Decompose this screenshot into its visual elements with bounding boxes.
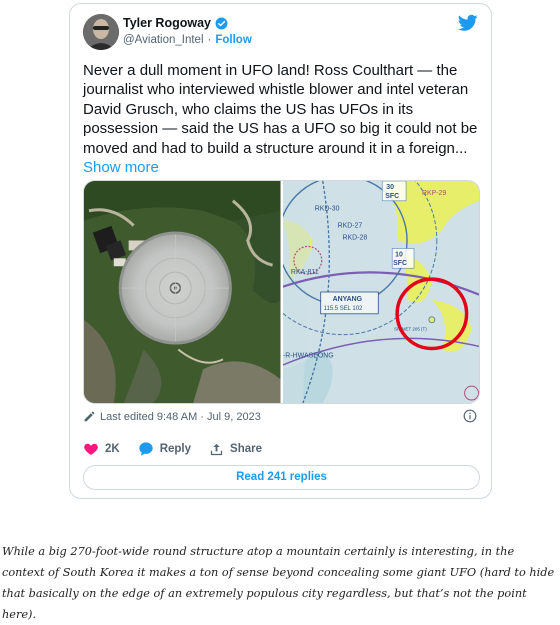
last-edited: Last edited 9:48 AM · Jul 9, 2023	[83, 410, 261, 423]
map-label-rkd28: RKD-28	[342, 234, 367, 241]
heart-icon	[84, 443, 98, 455]
author-name[interactable]: Tyler Rogoway	[123, 16, 211, 30]
map-label-rkd27: RKD-27	[337, 223, 362, 230]
tweet-text: Never a dull moment in UFO land! Ross Co…	[83, 61, 483, 177]
avatar[interactable]	[83, 14, 119, 50]
like-count: 2K	[105, 443, 120, 455]
share-button[interactable]: Share	[209, 442, 262, 457]
map-label-hwaseong: -R-HWASEONG	[283, 352, 334, 359]
action-bar: 2K Reply Share	[83, 441, 262, 457]
map-label-rkd30: RKD-30	[314, 206, 339, 213]
map-label-rka811: RKA-811	[290, 269, 318, 276]
pencil-icon	[84, 411, 95, 422]
tweet-media[interactable]: 30 SFC RKD-30 RKD-27 RKD-28 RKP-29 RKA-8…	[83, 180, 480, 404]
share-label: Share	[230, 443, 262, 455]
map-label-sfc: SFC	[385, 193, 399, 200]
reply-icon	[139, 442, 153, 456]
share-icon	[210, 443, 223, 455]
map-label-anyang: ANYANG	[332, 296, 361, 303]
read-replies-button[interactable]: Read 241 replies	[83, 465, 480, 490]
reply-label: Reply	[159, 443, 192, 455]
twitter-bird-icon[interactable]	[458, 14, 478, 32]
map-label-10: 10	[395, 251, 403, 258]
author-handle[interactable]: @Aviation_Intel	[123, 34, 204, 46]
like-button[interactable]: 2K	[83, 441, 120, 457]
follow-button[interactable]: Follow	[215, 34, 251, 46]
map-label-30: 30	[386, 184, 394, 191]
separator-dot: ·	[207, 34, 212, 46]
tweet-card: Tyler Rogoway @Aviation_Intel · Follow N…	[69, 3, 492, 499]
aeronautical-chart-image[interactable]: 30 SFC RKD-30 RKD-27 RKD-28 RKP-29 RKA-8…	[247, 181, 479, 403]
reply-button[interactable]: Reply	[138, 441, 191, 457]
handle-row: @Aviation_Intel · Follow	[123, 34, 252, 46]
author-row: Tyler Rogoway	[123, 16, 228, 30]
verified-badge-icon	[215, 17, 228, 29]
map-label-sfc10: SFC	[393, 260, 407, 267]
map-label-rkp29: RKP-29	[421, 190, 445, 197]
tweet-body: Never a dull moment in UFO land! Ross Co…	[83, 62, 478, 157]
article-caption: While a big 270-foot-wide round structur…	[2, 545, 555, 621]
map-label-freq: 115.5 SEL 102	[323, 306, 362, 312]
show-more-link[interactable]: Show more	[83, 159, 159, 176]
info-icon[interactable]	[463, 409, 477, 423]
last-edited-text[interactable]: Last edited 9:48 AM · Jul 9, 2023	[100, 411, 261, 423]
satellite-image[interactable]	[84, 181, 283, 403]
